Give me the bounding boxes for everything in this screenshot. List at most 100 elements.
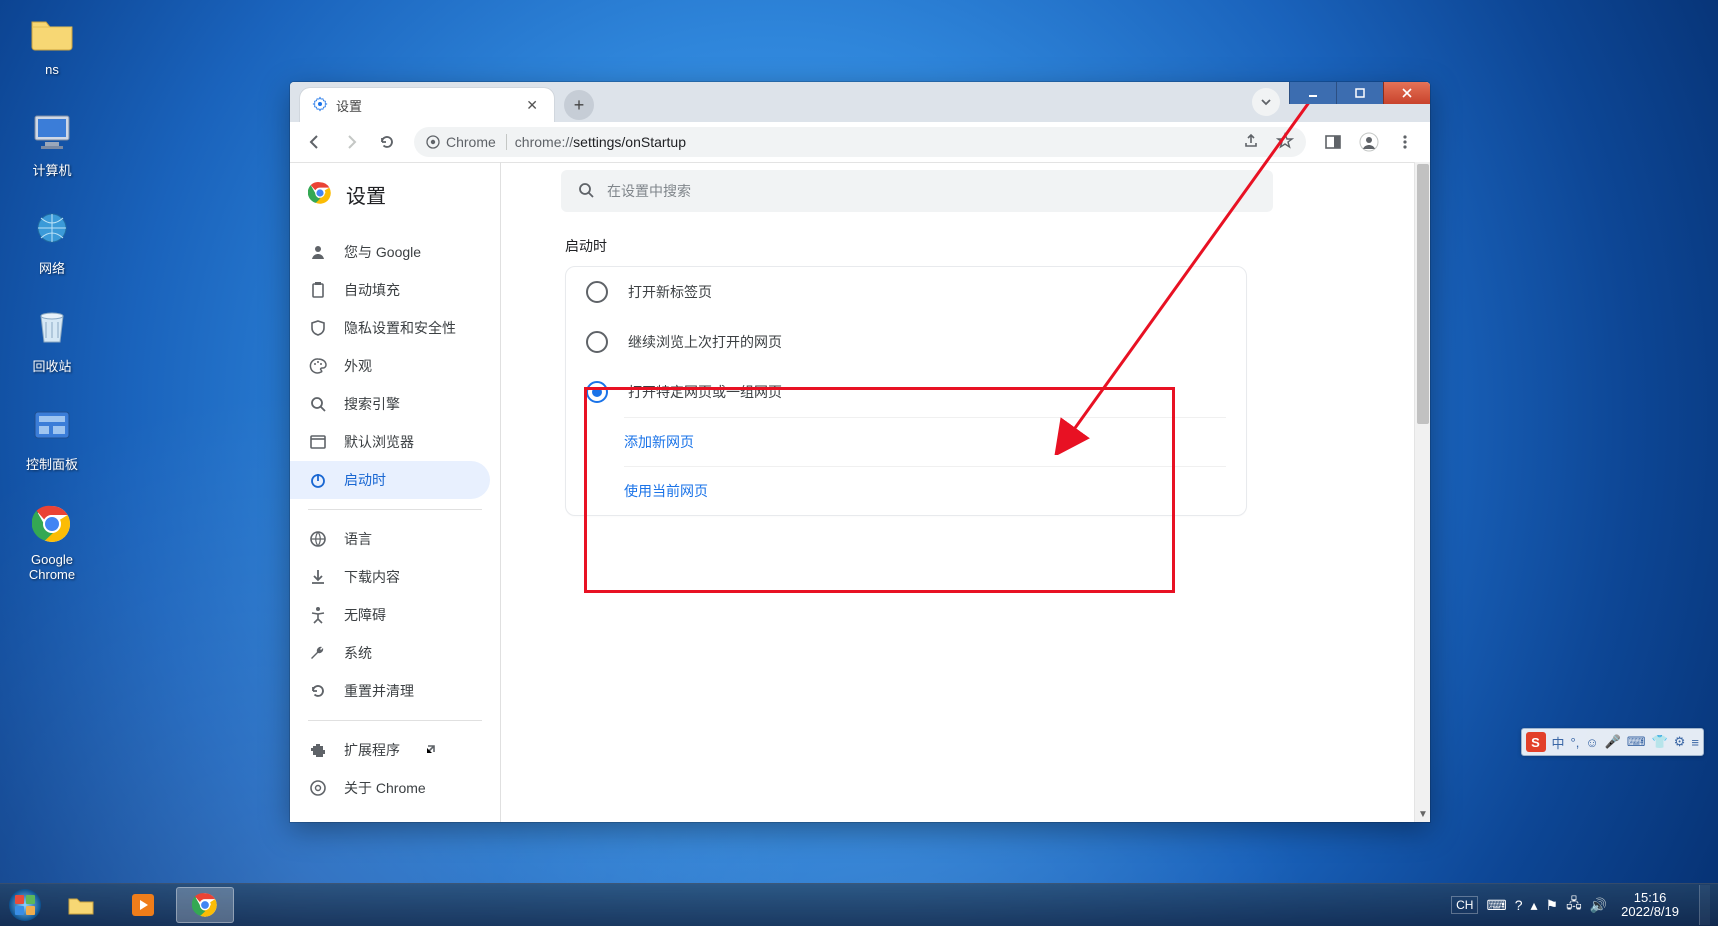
tray-network-icon[interactable]: 🖧 — [1566, 893, 1582, 917]
ime-emoji-icon[interactable]: ☺ — [1585, 735, 1598, 750]
computer-icon — [28, 108, 76, 156]
ime-keyboard-icon[interactable]: ⌨ — [1627, 734, 1646, 750]
section-title-startup: 启动时 — [565, 236, 1430, 256]
nav-you-and-google[interactable]: 您与 Google — [290, 233, 490, 271]
desktop-icon-label: 计算机 — [12, 160, 92, 179]
option-continue[interactable]: 继续浏览上次打开的网页 — [566, 317, 1246, 367]
tray-lang[interactable]: CH — [1451, 896, 1478, 914]
desktop-icon-network[interactable]: 网络 — [12, 206, 92, 277]
media-player-icon — [130, 892, 156, 918]
link-use-current-pages[interactable]: 使用当前网页 — [624, 466, 1226, 515]
nav-reset[interactable]: 重置并清理 — [290, 672, 490, 710]
chrome-window: 设置 ✕ + Chrome — [290, 82, 1430, 822]
nav-appearance[interactable]: 外观 — [290, 347, 490, 385]
ime-lang[interactable]: 中 — [1552, 733, 1565, 752]
folder-icon — [67, 893, 95, 917]
nav-autofill[interactable]: 自动填充 — [290, 271, 490, 309]
ime-punct-icon[interactable]: °, — [1571, 735, 1580, 750]
radio-unselected-icon[interactable] — [586, 281, 608, 303]
option-new-tab[interactable]: 打开新标签页 — [566, 267, 1246, 317]
side-panel-button[interactable] — [1316, 125, 1350, 159]
share-icon[interactable] — [1242, 132, 1260, 153]
ime-mic-icon[interactable]: 🎤 — [1605, 734, 1621, 750]
address-bar[interactable]: Chrome chrome://settings/onStartup — [414, 127, 1306, 157]
tray-help-icon[interactable]: ? — [1515, 897, 1523, 913]
system-tray: CH ⌨ ? ▴ ⚑ 🖧 🔊 15:16 2022/8/19 — [1451, 885, 1718, 925]
taskbar-item-chrome[interactable] — [176, 887, 234, 923]
chrome-outline-icon — [308, 779, 328, 797]
tray-volume-icon[interactable]: 🔊 — [1590, 897, 1607, 914]
site-info-chip[interactable]: Chrome — [426, 134, 507, 150]
person-icon — [308, 243, 328, 261]
radio-selected-icon[interactable] — [586, 381, 608, 403]
window-close-button[interactable] — [1383, 82, 1430, 104]
gear-icon — [312, 96, 328, 115]
browser-icon — [308, 433, 328, 451]
nav-privacy[interactable]: 隐私设置和安全性 — [290, 309, 490, 347]
link-add-new-page[interactable]: 添加新网页 — [624, 417, 1226, 466]
control-panel-icon — [28, 402, 76, 450]
desktop-icon-recycle[interactable]: 回收站 — [12, 304, 92, 375]
ime-menu-icon[interactable]: ≡ — [1691, 735, 1699, 750]
nav-default-browser[interactable]: 默认浏览器 — [290, 423, 490, 461]
menu-button[interactable] — [1388, 125, 1422, 159]
start-button[interactable] — [0, 884, 50, 926]
scrollbar[interactable]: ▲ ▼ — [1414, 162, 1430, 822]
scrollbar-thumb[interactable] — [1417, 164, 1429, 424]
taskbar-item-explorer[interactable] — [52, 887, 110, 923]
ime-user-icon[interactable]: 👕 — [1652, 734, 1668, 750]
nav-on-startup[interactable]: 启动时 — [290, 461, 490, 499]
tray-clock[interactable]: 15:16 2022/8/19 — [1613, 891, 1687, 920]
search-icon — [308, 395, 328, 413]
desktop-icon-label: ns — [12, 62, 92, 77]
network-icon — [28, 206, 76, 254]
back-button[interactable] — [298, 125, 332, 159]
nav-language[interactable]: 语言 — [290, 520, 490, 558]
taskbar-item-media-player[interactable] — [114, 887, 172, 923]
url-text: chrome://settings/onStartup — [515, 134, 686, 150]
nav-search-engine[interactable]: 搜索引擎 — [290, 385, 490, 423]
power-icon — [308, 471, 328, 489]
desktop-icon-label: 网络 — [12, 258, 92, 277]
nav-about-chrome[interactable]: 关于 Chrome — [290, 769, 490, 807]
search-icon — [577, 181, 595, 202]
clipboard-icon — [308, 281, 328, 299]
settings-search-input[interactable]: 在设置中搜索 — [561, 170, 1273, 212]
nav-accessibility[interactable]: 无障碍 — [290, 596, 490, 634]
window-maximize-button[interactable] — [1336, 82, 1383, 104]
desktop-icon-chrome[interactable]: Google Chrome — [12, 500, 92, 582]
show-desktop-button[interactable] — [1699, 885, 1710, 925]
restore-icon — [308, 682, 328, 700]
taskbar: CH ⌨ ? ▴ ⚑ 🖧 🔊 15:16 2022/8/19 — [0, 883, 1718, 926]
bookmark-star-icon[interactable] — [1276, 132, 1294, 153]
new-tab-button[interactable]: + — [564, 90, 594, 120]
desktop-icon-control-panel[interactable]: 控制面板 — [12, 402, 92, 473]
tab-title: 设置 — [336, 96, 362, 115]
tab-close-button[interactable]: ✕ — [522, 93, 542, 118]
desktop-icon-folder[interactable]: ns — [12, 10, 92, 77]
browser-tab-settings[interactable]: 设置 ✕ — [300, 88, 554, 122]
chevron-down-icon — [1260, 96, 1272, 108]
tray-ime-icon[interactable]: ⌨ — [1486, 897, 1506, 914]
profile-button[interactable] — [1352, 125, 1386, 159]
ime-language-bar[interactable]: S 中 °, ☺ 🎤 ⌨ 👕 ⚙ ≡ — [1521, 728, 1705, 756]
tray-flag-icon[interactable]: ⚑ — [1546, 897, 1559, 914]
search-placeholder: 在设置中搜索 — [607, 181, 691, 201]
tray-up-icon[interactable]: ▴ — [1531, 897, 1538, 914]
desktop-icon-label: Google Chrome — [12, 552, 92, 582]
ime-settings-icon[interactable]: ⚙ — [1674, 734, 1686, 750]
nav-extensions[interactable]: 扩展程序 — [290, 731, 490, 769]
desktop-icon-computer[interactable]: 计算机 — [12, 108, 92, 179]
nav-downloads[interactable]: 下载内容 — [290, 558, 490, 596]
window-minimize-button[interactable] — [1289, 82, 1336, 104]
nav-system[interactable]: 系统 — [290, 634, 490, 672]
recycle-bin-icon — [28, 304, 76, 352]
option-specific-pages[interactable]: 打开特定网页或一组网页 — [566, 367, 1246, 417]
forward-button[interactable] — [334, 125, 368, 159]
reload-button[interactable] — [370, 125, 404, 159]
desktop-icon-label: 控制面板 — [12, 454, 92, 473]
window-controls — [1289, 82, 1430, 104]
tab-search-button[interactable] — [1252, 88, 1280, 116]
globe-icon — [308, 530, 328, 548]
radio-unselected-icon[interactable] — [586, 331, 608, 353]
